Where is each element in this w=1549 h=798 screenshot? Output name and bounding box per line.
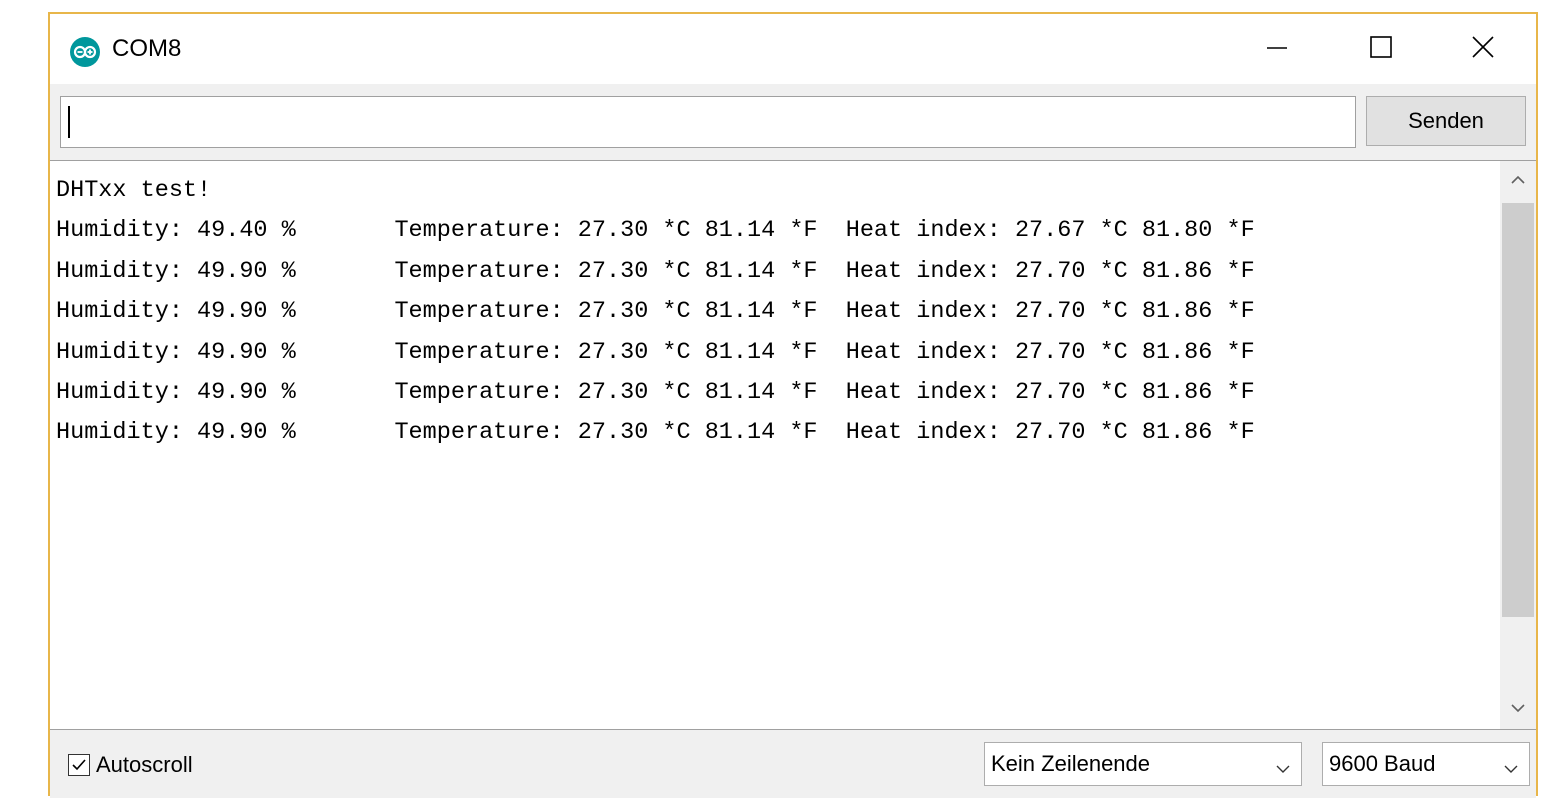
output-line: Humidity: 49.40 % Temperature: 27.30 *C … xyxy=(56,217,1255,245)
send-toolbar: Senden xyxy=(50,84,1536,160)
minimize-icon xyxy=(1265,35,1289,64)
close-icon xyxy=(1471,35,1495,64)
checkmark-icon xyxy=(72,759,86,771)
autoscroll-checkbox[interactable] xyxy=(68,754,90,776)
vertical-scrollbar[interactable] xyxy=(1500,161,1536,729)
chevron-down-icon xyxy=(1510,700,1526,718)
serial-monitor-window: COM8 Senden DHTxx test! Humidity: 49.40 %… xyxy=(48,12,1538,798)
output-line: Humidity: 49.90 % Temperature: 27.30 *C … xyxy=(56,257,1255,285)
autoscroll-label: Autoscroll xyxy=(96,752,193,777)
minimize-button[interactable] xyxy=(1242,14,1312,84)
baud-rate-value: 9600 Baud xyxy=(1329,751,1436,776)
close-button[interactable] xyxy=(1448,14,1518,84)
chevron-down-icon xyxy=(1275,757,1291,783)
window-title: COM8 xyxy=(112,35,182,62)
scrollbar-thumb[interactable] xyxy=(1502,203,1534,617)
output-line: DHTxx test! xyxy=(56,177,212,204)
serial-input[interactable] xyxy=(60,96,1356,148)
maximize-button[interactable] xyxy=(1346,14,1416,84)
line-ending-value: Kein Zeilenende xyxy=(991,751,1151,776)
output-line: Humidity: 49.90 % Temperature: 27.30 *C … xyxy=(56,298,1255,326)
output-line: Humidity: 49.90 % Temperature: 27.30 *C … xyxy=(56,338,1255,366)
output-line: Humidity: 49.90 % Temperature: 27.30 *C … xyxy=(56,379,1255,407)
line-ending-select[interactable]: Kein Zeilenende xyxy=(984,742,1302,786)
serial-output[interactable]: DHTxx test! Humidity: 49.40 % Temperature… xyxy=(50,160,1536,730)
baud-rate-select[interactable]: 9600 Baud xyxy=(1322,742,1530,786)
output-line: Humidity: 49.90 % Temperature: 27.30 *C … xyxy=(56,419,1255,447)
output-text: DHTxx test! Humidity: 49.40 % Temperature… xyxy=(56,171,1496,454)
send-button[interactable]: Senden xyxy=(1366,96,1526,146)
chevron-down-icon xyxy=(1503,757,1519,783)
text-caret xyxy=(68,106,70,138)
status-bar: Autoscroll Kein Zeilenende 9600 Baud xyxy=(50,730,1536,798)
arduino-icon xyxy=(70,37,100,67)
maximize-icon xyxy=(1369,35,1393,64)
title-bar[interactable]: COM8 xyxy=(50,14,1536,84)
scroll-up-button[interactable] xyxy=(1500,161,1536,201)
scroll-down-button[interactable] xyxy=(1500,689,1536,729)
chevron-up-icon xyxy=(1510,172,1526,190)
autoscroll-toggle[interactable]: Autoscroll xyxy=(68,752,193,778)
